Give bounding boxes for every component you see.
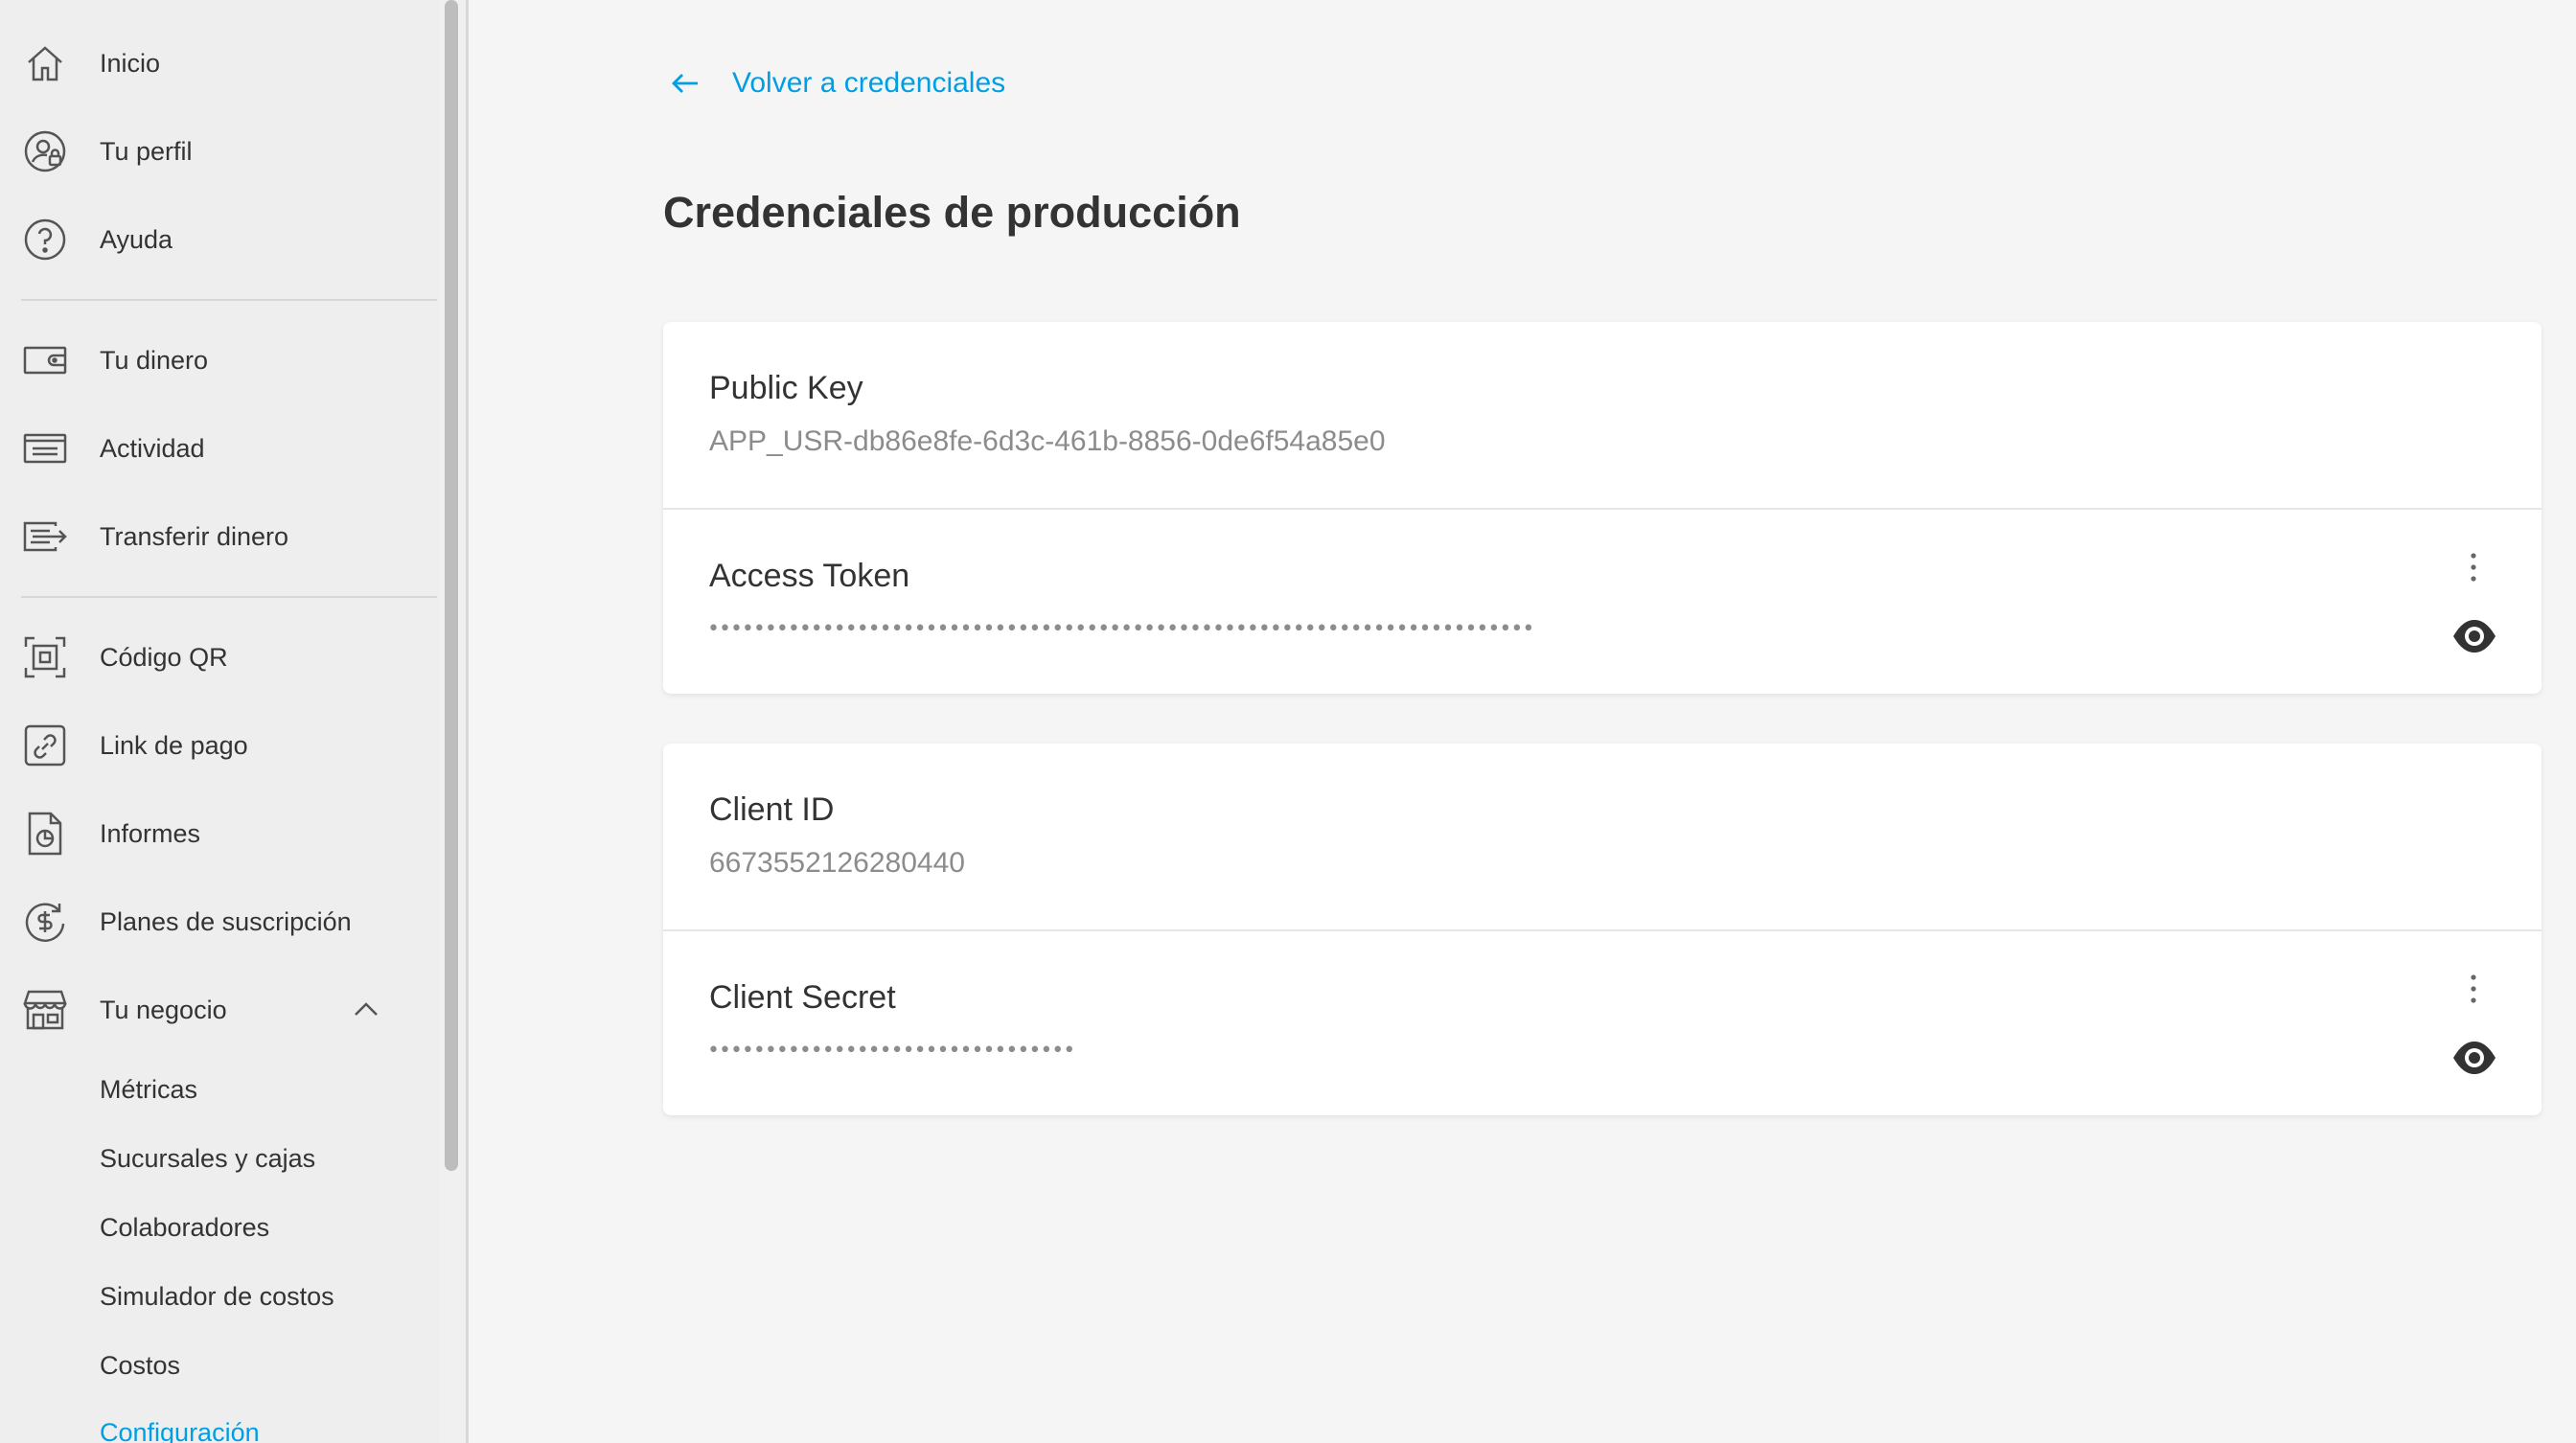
- sidebar-item-label: Informes: [100, 818, 201, 848]
- public-key-row: Public Key APP_USR-db86e8fe-6d3c-461b-88…: [663, 322, 2542, 508]
- more-vertical-icon: [2471, 974, 2476, 1003]
- sidebar-item-transferir[interactable]: Transferir dinero: [0, 492, 440, 581]
- sidebar-item-tu-negocio[interactable]: Tu negocio: [0, 966, 440, 1054]
- sidebar-item-codigo-qr[interactable]: Código QR: [0, 613, 440, 701]
- credentials-card-client: Client ID 6673552126280440 Client Secret…: [663, 744, 2542, 1115]
- sidebar-item-planes[interactable]: Planes de suscripción: [0, 878, 440, 966]
- access-token-masked-value: ••••••••••••••••••••••••••••••••••••••••…: [707, 617, 1534, 641]
- sidebar-subitem-metricas[interactable]: Métricas: [100, 1075, 197, 1105]
- link-icon: [21, 722, 69, 769]
- sidebar-item-label: Inicio: [100, 48, 161, 78]
- home-icon: [21, 39, 69, 87]
- sidebar-item-label: Actividad: [100, 433, 205, 463]
- public-key-label: Public Key: [709, 370, 863, 406]
- sidebar-item-informes[interactable]: Informes: [0, 790, 440, 878]
- arrow-left-icon: [672, 74, 698, 93]
- sidebar-item-label: Planes de suscripción: [100, 906, 352, 936]
- client-secret-more-options-button[interactable]: [2459, 970, 2488, 1008]
- sidebar-item-label: Tu perfil: [100, 136, 193, 166]
- sidebar-item-label: Tu negocio: [100, 995, 227, 1024]
- sidebar-subitem-simulador[interactable]: Simulador de costos: [100, 1282, 334, 1312]
- client-id-value[interactable]: 6673552126280440: [709, 847, 965, 880]
- help-icon: [21, 216, 69, 263]
- subscription-icon: [21, 898, 69, 946]
- sidebar-divider: [21, 596, 437, 598]
- client-id-row: Client ID 6673552126280440: [663, 744, 2542, 929]
- client-secret-masked-value: ••••••••••••••••••••••••••••••••: [707, 1039, 1075, 1063]
- sidebar-divider: [21, 299, 437, 301]
- activity-icon: [21, 424, 69, 472]
- access-token-label: Access Token: [709, 558, 910, 594]
- sidebar-item-label: Ayuda: [100, 224, 173, 254]
- store-icon: [21, 986, 69, 1034]
- wallet-icon: [21, 336, 69, 384]
- transfer-icon: [21, 513, 69, 561]
- back-to-credentials-link[interactable]: Volver a credenciales: [669, 67, 1005, 100]
- sidebar-item-label: Tu dinero: [100, 345, 209, 375]
- report-icon: [21, 810, 69, 858]
- credentials-card-keys: Public Key APP_USR-db86e8fe-6d3c-461b-88…: [663, 322, 2542, 694]
- sidebar-item-inicio[interactable]: Inicio: [0, 19, 440, 107]
- client-secret-row: Client Secret ••••••••••••••••••••••••••…: [663, 929, 2542, 1115]
- client-id-label: Client ID: [709, 791, 835, 828]
- public-key-value[interactable]: APP_USR-db86e8fe-6d3c-461b-8856-0de6f54a…: [709, 425, 1386, 458]
- chevron-up-icon[interactable]: [351, 995, 381, 1025]
- sidebar-item-label: Transferir dinero: [100, 521, 289, 551]
- profile-lock-icon: [21, 127, 69, 175]
- sidebar-item-tu-perfil[interactable]: Tu perfil: [0, 107, 440, 195]
- page-title: Credenciales de producción: [663, 188, 1241, 237]
- back-link-label: Volver a credenciales: [732, 67, 1006, 99]
- sidebar-subitem-configuracion[interactable]: Configuración: [100, 1418, 260, 1443]
- access-token-row: Access Token •••••••••••••••••••••••••••…: [663, 508, 2542, 694]
- eye-icon[interactable]: [2451, 1035, 2497, 1081]
- access-token-more-options-button[interactable]: [2459, 548, 2488, 586]
- sidebar-item-actividad[interactable]: Actividad: [0, 404, 440, 492]
- sidebar-subitem-colaboradores[interactable]: Colaboradores: [100, 1213, 269, 1243]
- sidebar-item-label: Link de pago: [100, 730, 248, 760]
- sidebar-item-ayuda[interactable]: Ayuda: [0, 195, 440, 284]
- client-secret-label: Client Secret: [709, 979, 896, 1016]
- sidebar-scrollbar-thumb[interactable]: [445, 0, 458, 1171]
- sidebar-subitem-sucursales[interactable]: Sucursales y cajas: [100, 1144, 315, 1174]
- sidebar-item-link-de-pago[interactable]: Link de pago: [0, 701, 440, 790]
- more-vertical-icon: [2471, 553, 2476, 582]
- sidebar-item-tu-dinero[interactable]: Tu dinero: [0, 316, 440, 404]
- sidebar: Inicio Tu perfil Ayuda Tu dinero Activid…: [0, 0, 440, 1443]
- sidebar-item-label: Código QR: [100, 642, 228, 672]
- sidebar-subitem-costos[interactable]: Costos: [100, 1351, 180, 1381]
- eye-icon[interactable]: [2451, 613, 2497, 659]
- qr-icon: [21, 633, 69, 681]
